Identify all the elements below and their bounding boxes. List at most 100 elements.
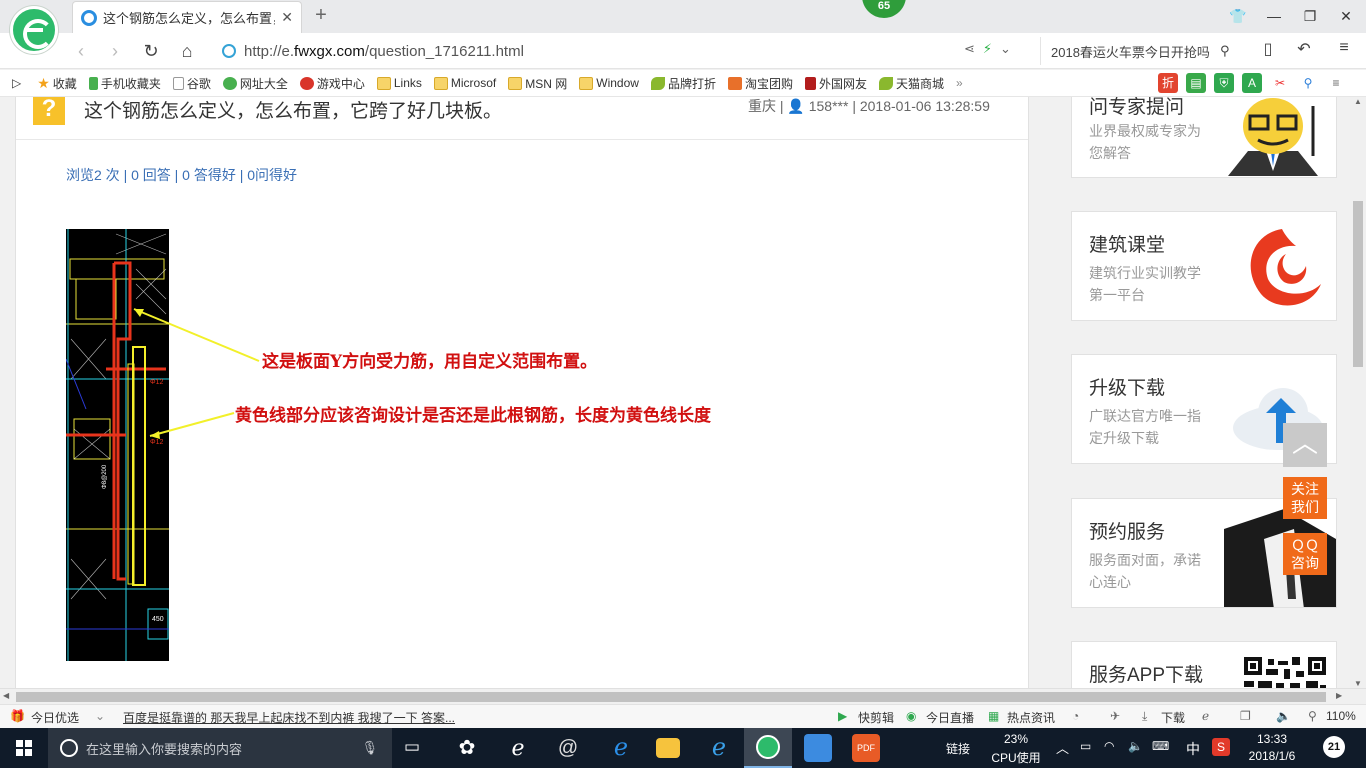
mobile-icon[interactable]: ▯ [1256, 39, 1280, 59]
bookmark-item[interactable]: 淘宝团购 [727, 75, 793, 92]
bookmark-item[interactable]: Microsof [433, 76, 496, 90]
cad-drawing-image[interactable]: Φ12 Φ12 450 Φ8@200 [66, 229, 169, 661]
vertical-scroll-thumb[interactable] [1353, 201, 1363, 367]
zoom-level[interactable]: 110% [1326, 709, 1356, 723]
bookmark-item[interactable]: 品牌打折 [650, 75, 716, 92]
scroll-down-icon[interactable]: ▼ [1350, 679, 1366, 688]
back-icon[interactable]: ‹ [68, 39, 94, 63]
more-bookmarks-icon[interactable]: » [956, 76, 963, 90]
scroll-up-icon[interactable]: ▲ [1350, 97, 1366, 106]
lightning-icon[interactable]: ⚡ [983, 41, 1000, 56]
minimize-button[interactable]: — [1256, 0, 1292, 32]
scissors-extension-icon[interactable]: ✂ [1270, 73, 1290, 93]
sidebar-card-classroom[interactable]: 建筑课堂 建筑行业实训教学第一平台 [1071, 211, 1337, 321]
bookmark-item[interactable]: 游戏中心 [299, 75, 365, 92]
battery-icon[interactable]: ▭ [1080, 739, 1091, 753]
bookmark-item[interactable]: Links [376, 76, 422, 90]
sidebar-card-app[interactable]: 服务APP下载 [1071, 641, 1337, 688]
fan-app-icon[interactable]: ✿ [453, 734, 481, 762]
vertical-scrollbar[interactable]: ▲ ▼ [1350, 97, 1366, 688]
restore-button[interactable]: ❐ [1292, 0, 1328, 32]
window-icon[interactable]: ❐ [1240, 709, 1251, 723]
notes-app-icon[interactable] [804, 734, 832, 762]
zoom-extension-icon[interactable]: ⚲ [1298, 73, 1318, 93]
zoom-icon[interactable]: ⚲ [1308, 709, 1317, 723]
sidebar-card-expert[interactable]: 问专家提问 业界最权威专家为您解答 [1071, 97, 1337, 178]
quick-clip-link[interactable]: 快剪辑 [858, 709, 894, 726]
forward-icon[interactable]: › [102, 39, 128, 63]
tab-active[interactable]: 这个钢筋怎么定义，怎么布置，它 ✕ [72, 1, 302, 33]
home-icon[interactable]: ⌂ [174, 39, 200, 63]
network-icon[interactable]: ◠ [1104, 739, 1114, 753]
today-live-link[interactable]: 今日直播 [926, 709, 974, 726]
chevron-down-icon[interactable]: ⌄ [1000, 41, 1019, 56]
clock-time[interactable]: 13:33 [1244, 732, 1300, 746]
ie-mode-icon[interactable]: ℯ [1202, 709, 1209, 723]
keyboard-icon[interactable]: ⌨ [1152, 739, 1169, 753]
ime-indicator[interactable]: 中 [1186, 739, 1200, 759]
url-text[interactable]: http://e.fwxgx.com/question_1716211.html [244, 43, 524, 60]
search-box[interactable]: 2018春运火车票今日开抢吗 ⚲ [1040, 37, 1238, 65]
close-button[interactable]: ✕ [1328, 0, 1364, 32]
taskbar-search-box[interactable]: 在这里输入你要搜索的内容 🎙 [48, 728, 392, 768]
bookmark-item[interactable]: 网址大全 [222, 75, 288, 92]
tray-expand-icon[interactable]: ︿ [1056, 738, 1069, 757]
file-explorer-icon[interactable] [656, 738, 680, 758]
bookmark-item[interactable]: 手机收藏夹 [88, 75, 161, 92]
score-badge[interactable]: 65 [862, 0, 906, 18]
sidebar-toggle-icon[interactable]: ▷ [12, 76, 21, 90]
volume-icon[interactable]: 🔈 [1128, 739, 1143, 753]
more-menu-icon[interactable]: ≡ [1326, 73, 1346, 93]
expand-icon[interactable]: ⌄ [95, 709, 105, 723]
bookmark-item[interactable]: MSN 网 [508, 75, 567, 92]
sogou-ime-icon[interactable]: S [1212, 738, 1230, 756]
question-stats[interactable]: 浏览2 次 | 0 回答 | 0 答得好 | 0问得好 [66, 165, 297, 185]
windows-start-icon[interactable] [16, 740, 32, 756]
ie-app-icon[interactable]: ℯ [705, 734, 733, 762]
bookmark-item[interactable]: ★ 收藏 [37, 75, 77, 92]
share-icon[interactable]: ⋖ [964, 41, 983, 56]
news-ticker-link[interactable]: 百度是挺靠谱的 那天我早上起床找不到内裤 我搜了一下 答案... [123, 709, 455, 726]
hot-news-link[interactable]: 热点资讯 [1007, 709, 1055, 726]
notification-center-icon[interactable]: 21 [1320, 736, 1348, 758]
speed-icon[interactable]: ◔ [1072, 709, 1079, 723]
follow-us-button[interactable]: 关注我们 [1283, 477, 1327, 519]
scroll-left-icon[interactable]: ◀ [3, 691, 9, 700]
bookmark-item[interactable]: 外国网友 [804, 75, 867, 92]
bookmark-item[interactable]: 天猫商城 [878, 75, 944, 92]
horizontal-scroll-thumb[interactable] [16, 692, 1326, 702]
task-view-icon[interactable]: ▭ [404, 737, 420, 757]
pin-icon[interactable]: ✈ [1110, 709, 1120, 723]
download-link[interactable]: 下载 [1161, 709, 1185, 726]
book-extension-icon[interactable]: ▤ [1186, 73, 1206, 93]
bookmark-item[interactable]: Window [579, 76, 639, 90]
translate-extension-icon[interactable]: A [1242, 73, 1262, 93]
undo-icon[interactable]: ↶ [1292, 39, 1316, 59]
skin-icon[interactable]: 👕 [1220, 0, 1256, 32]
back-to-top-button[interactable]: ︿ [1283, 423, 1327, 467]
bookmark-item[interactable]: 谷歌 [172, 75, 211, 92]
browser-logo-icon[interactable] [10, 6, 58, 54]
clock-date[interactable]: 2018/1/6 [1244, 749, 1300, 763]
qq-consult-button[interactable]: ＱＱ咨询 [1283, 533, 1327, 575]
link-label[interactable]: 链接 [946, 740, 970, 757]
new-tab-button[interactable]: + [310, 4, 332, 26]
address-tools[interactable]: ⋖⚡⌄ [964, 41, 1019, 57]
pdf-app-icon[interactable]: PDF [852, 734, 880, 762]
scroll-right-icon[interactable]: ▶ [1336, 691, 1342, 700]
search-input[interactable]: 2018春运火车票今日开抢吗 [1051, 42, 1220, 61]
swirl-app-icon[interactable]: @ [554, 734, 582, 762]
edge-app-icon[interactable]: ℯ [504, 734, 532, 762]
shield-extension-icon[interactable]: ⛨ [1214, 73, 1234, 93]
menu-icon[interactable]: ≡ [1332, 39, 1356, 57]
active-browser-taskbar-item[interactable] [744, 728, 792, 768]
search-icon[interactable]: ⚲ [1220, 43, 1238, 59]
taskbar-search-input[interactable]: 在这里输入你要搜索的内容 [86, 739, 242, 758]
edge-blue-app-icon[interactable]: ℯ [607, 734, 635, 762]
mute-icon[interactable]: 🔈 [1276, 709, 1291, 723]
today-picks-link[interactable]: 今日优选 [31, 709, 79, 726]
tab-close-icon[interactable]: ✕ [281, 9, 293, 26]
microphone-icon[interactable]: 🎙 [361, 740, 378, 756]
horizontal-scrollbar[interactable]: ◀ ▶ [0, 688, 1366, 704]
refresh-icon[interactable]: ↻ [138, 39, 164, 63]
